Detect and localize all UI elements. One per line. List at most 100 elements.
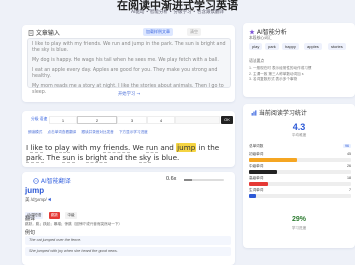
translate-card: AI智能翻译 0.6x jump 美 /dʒʌmp/ 动词短语 跳跃 中级 翻译… bbox=[22, 172, 235, 265]
grammar-point: 3. 名词复数形式 表示多个事物 bbox=[249, 77, 298, 82]
keyword-tag[interactable]: park bbox=[265, 43, 279, 50]
ai-analysis-card: AI智能分析 本段核心词汇 play park happy apples sto… bbox=[243, 23, 355, 97]
load-sample-button[interactable]: 加载样例文章 bbox=[143, 28, 173, 36]
reading-word[interactable]: the bbox=[207, 143, 219, 152]
level-option-1[interactable]: 1 bbox=[49, 116, 77, 124]
paragraph: I like to play with my friends. We run a… bbox=[32, 42, 226, 54]
stat-bar-label: 生词单词 bbox=[249, 188, 264, 192]
word-tags: 动词短语 跳跃 中级 bbox=[25, 203, 78, 219]
average-difficulty-label: 平均难度 bbox=[291, 133, 307, 137]
total-words-value: 96 bbox=[343, 144, 351, 148]
level-option-4[interactable]: 4 bbox=[147, 116, 175, 124]
reading-text: I like to play with my friends. We run a… bbox=[26, 143, 232, 163]
keyword-tag[interactable]: happy bbox=[282, 43, 299, 50]
level-option-5[interactable] bbox=[175, 116, 220, 124]
level-option-2[interactable]: 2 bbox=[77, 116, 117, 124]
stat-bar-label: 中级单词 bbox=[249, 164, 264, 168]
keyword-tag[interactable]: play bbox=[249, 43, 263, 50]
stat-bar-fill bbox=[249, 182, 269, 186]
reading-word[interactable]: We bbox=[133, 143, 144, 152]
speed-slider-fill bbox=[184, 179, 192, 181]
paragraph: My dog is happy. He wags his tail when h… bbox=[32, 58, 219, 64]
reading-word[interactable]: the bbox=[125, 153, 137, 162]
reading-word[interactable]: to bbox=[45, 143, 52, 152]
stat-bar: 中级单词 26 bbox=[249, 164, 353, 176]
stat-bar-value: 7 bbox=[349, 188, 351, 192]
reading-word[interactable]: and bbox=[109, 153, 123, 162]
tip: 点击单词查看翻译 bbox=[47, 130, 77, 134]
reading-word[interactable]: friends. bbox=[103, 143, 131, 153]
playback-speed: 0.6x bbox=[166, 176, 177, 182]
reading-word[interactable]: The bbox=[47, 153, 60, 162]
reading-word[interactable]: bright bbox=[85, 153, 107, 163]
translate-card-title: AI智能翻译 bbox=[33, 176, 71, 186]
reading-word[interactable]: run bbox=[145, 143, 159, 153]
progress-percent-label: 学习进度 bbox=[291, 226, 307, 230]
reading-word[interactable]: with bbox=[72, 143, 87, 152]
definition-text: 跳跃，跳；跃起；暴增；惊跳（因惊吓或兴奋而突然动一下） bbox=[25, 222, 123, 226]
stat-bar-value: 18 bbox=[347, 176, 351, 180]
total-words-label: 总单词数 bbox=[249, 144, 264, 148]
tip: 朗读模式 bbox=[28, 130, 43, 134]
translate-icon bbox=[33, 177, 39, 186]
article-textarea[interactable]: I like to play with my friends. We run a… bbox=[27, 38, 231, 95]
header-subtitle: AI驱动 • 智能分析 • 分级学习 • 包含跟读翻译 bbox=[131, 10, 224, 15]
stat-bar-fill bbox=[249, 158, 297, 162]
stat-bar-track bbox=[249, 158, 351, 162]
keyword-tag[interactable]: stories bbox=[328, 43, 346, 50]
reading-word[interactable]: is bbox=[78, 153, 84, 162]
bar-chart-icon bbox=[251, 109, 257, 118]
clear-button[interactable]: 清空 bbox=[187, 28, 201, 36]
reading-word[interactable]: sun bbox=[62, 153, 76, 163]
speed-slider[interactable] bbox=[184, 179, 224, 181]
word-tag: 跳跃 bbox=[48, 212, 61, 219]
selected-word: jump bbox=[25, 186, 45, 195]
stat-bar: 生词单词 7 bbox=[249, 188, 353, 200]
example-sentence: The cat jumped over the fence. bbox=[25, 236, 231, 245]
reading-word[interactable]: park. bbox=[26, 153, 45, 163]
reading-word[interactable]: and bbox=[160, 143, 174, 152]
grammar-point: 1. 一般现在时 表示经常性的动作或习惯 bbox=[249, 66, 312, 70]
definition-title: 翻译 bbox=[25, 216, 36, 222]
keyword-tag[interactable]: apples bbox=[304, 43, 322, 50]
reading-word[interactable]: play bbox=[54, 143, 70, 153]
total-words-row: 总单词数 96 bbox=[249, 144, 353, 149]
average-difficulty: 4.3 bbox=[292, 122, 306, 132]
stat-bar: 初级单词 45 bbox=[249, 152, 353, 164]
stat-bar-track bbox=[249, 182, 351, 186]
grammar-list: 1. 一般现在时 表示经常性的动作或习惯 2. 主谓一致 第三人称单数动词加 s… bbox=[249, 66, 312, 83]
stat-bar-value: 26 bbox=[347, 164, 351, 168]
ai-subtitle: 本段核心词汇 bbox=[249, 36, 272, 40]
reading-word[interactable]: is bbox=[153, 153, 159, 162]
reading-word[interactable]: like bbox=[30, 143, 43, 153]
stat-bar-fill bbox=[249, 170, 277, 174]
stat-bar: 高级单词 18 bbox=[249, 176, 353, 188]
tip: 跟读并录音对比发音 bbox=[81, 130, 114, 134]
grammar-title: 语法要点 bbox=[249, 59, 265, 63]
stat-bar-label: 初级单词 bbox=[249, 152, 264, 156]
tip: 下方显示学习进度 bbox=[118, 130, 148, 134]
reading-word[interactable]: my bbox=[90, 143, 101, 152]
stats-card-title: 当前阅读学习统计 bbox=[251, 108, 307, 118]
keyword-tags: play park happy apples stories bbox=[249, 43, 353, 57]
reading-word[interactable]: sky bbox=[139, 153, 152, 163]
ok-button[interactable]: OK bbox=[221, 116, 233, 124]
example-sentence: She jumped with joy when she heard the g… bbox=[25, 247, 231, 256]
reading-word[interactable]: in bbox=[199, 143, 206, 152]
reader-card: 分级 语速 1 2 3 4 OK 朗读模式 点击单词查看翻译 跟读并录音对比发音… bbox=[22, 111, 235, 167]
article-input-card: 文章输入 加载样例文章 清空 I like to play with my fr… bbox=[22, 25, 235, 102]
start-learning-button[interactable]: 开始学习 → bbox=[118, 91, 140, 97]
reading-word[interactable]: jump bbox=[176, 143, 197, 152]
stats-card: 当前阅读学习统计 4.3 平均难度 总单词数 96 初级单词 45 中级单词 2… bbox=[243, 104, 355, 248]
word-tag: 中级 bbox=[65, 212, 77, 219]
reading-word[interactable]: blue. bbox=[161, 153, 179, 162]
reading-word[interactable]: I bbox=[26, 143, 28, 152]
progress-percent: 29% bbox=[291, 216, 306, 223]
document-icon bbox=[28, 29, 34, 38]
level-label: 分级 语速 bbox=[31, 117, 48, 121]
stat-bar-track bbox=[249, 170, 351, 174]
stat-bar-value: 45 bbox=[347, 152, 351, 156]
stat-bar-track bbox=[249, 194, 351, 198]
level-option-3[interactable]: 3 bbox=[117, 116, 147, 124]
paragraph: I eat an apple every day. Apples are goo… bbox=[32, 67, 218, 80]
